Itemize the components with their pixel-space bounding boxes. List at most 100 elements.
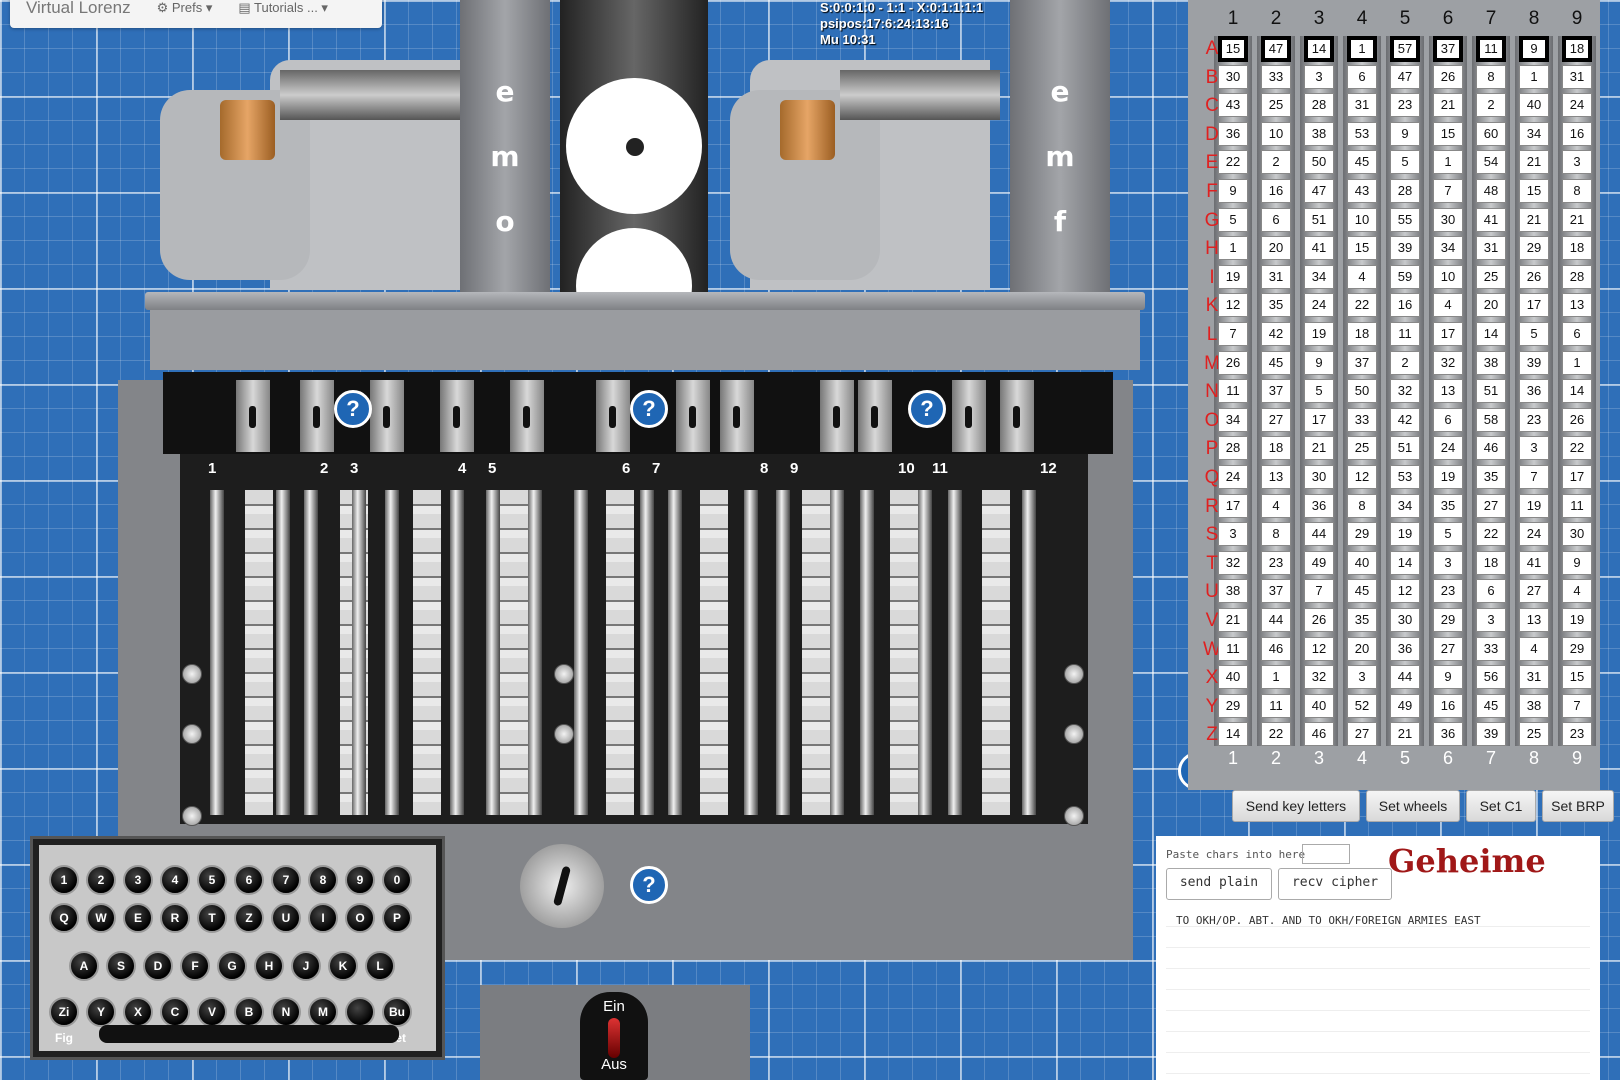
cam-wheel[interactable] xyxy=(744,490,758,815)
key-t[interactable]: T xyxy=(197,903,227,933)
wheel-cell[interactable]: 28 xyxy=(1304,93,1334,118)
wheel-cell[interactable]: 44 xyxy=(1304,522,1334,547)
wheel-cell[interactable]: 19 xyxy=(1390,522,1420,547)
cam-wheel[interactable] xyxy=(860,490,874,815)
wheel-cell[interactable]: 23 xyxy=(1562,722,1592,747)
switch-toggle[interactable] xyxy=(608,1018,620,1058)
cam-wheel[interactable] xyxy=(486,490,500,815)
wheel-cell[interactable]: 3 xyxy=(1562,150,1592,175)
wheel-cell[interactable]: 10 xyxy=(1261,121,1291,146)
set-brp-button[interactable]: Set BRP xyxy=(1542,790,1614,822)
wheel-cell[interactable]: 46 xyxy=(1261,636,1291,661)
wheel-cell[interactable]: 36 xyxy=(1519,379,1549,404)
cam-wheel[interactable] xyxy=(210,490,224,815)
wheel-cell[interactable]: 50 xyxy=(1304,150,1334,175)
wheel-cell[interactable]: 23 xyxy=(1261,550,1291,575)
cam-wheel[interactable] xyxy=(776,490,790,815)
help-button[interactable]: ? xyxy=(334,390,372,428)
wheel-cell[interactable]: 6 xyxy=(1476,579,1506,604)
wheel-cell[interactable]: 9 xyxy=(1519,36,1549,62)
wheel-cell[interactable]: 11 xyxy=(1218,379,1248,404)
wheel-cell[interactable]: 13 xyxy=(1261,465,1291,489)
wheel-cell[interactable]: 5 xyxy=(1304,379,1334,404)
cam-wheel[interactable] xyxy=(450,490,464,815)
wheel-cell[interactable]: 18 xyxy=(1476,550,1506,575)
wheel-cell[interactable]: 33 xyxy=(1347,407,1377,432)
wheel-cell[interactable]: 52 xyxy=(1347,693,1377,718)
cam-slot[interactable] xyxy=(596,380,630,452)
key-z[interactable]: Z xyxy=(234,903,264,933)
wheel-cell[interactable]: 21 xyxy=(1519,207,1549,232)
wheel-cell[interactable]: 31 xyxy=(1476,236,1506,261)
key-m[interactable]: M xyxy=(308,997,338,1027)
wheel-cell[interactable]: 29 xyxy=(1562,636,1592,661)
wheel-cell[interactable]: 9 xyxy=(1562,550,1592,575)
wheel-cell[interactable]: 28 xyxy=(1390,179,1420,203)
wheel-cell[interactable]: 2 xyxy=(1390,350,1420,375)
wheel-cell[interactable]: 51 xyxy=(1390,436,1420,461)
wheel-cell[interactable]: 30 xyxy=(1304,465,1334,489)
wheel-cell[interactable]: 53 xyxy=(1390,465,1420,489)
wheel-cell[interactable]: 41 xyxy=(1519,550,1549,575)
key-c[interactable]: C xyxy=(160,997,190,1027)
wheel-cell[interactable]: 14 xyxy=(1304,36,1334,62)
cam-wheel[interactable] xyxy=(352,490,366,815)
wheel-cell[interactable]: 55 xyxy=(1390,207,1420,232)
wheel-cell[interactable]: 11 xyxy=(1562,493,1592,518)
wheel-cell[interactable]: 11 xyxy=(1218,636,1248,661)
help-button[interactable]: ? xyxy=(630,866,668,904)
wheel-cell[interactable]: 27 xyxy=(1476,493,1506,518)
set-c1-button[interactable]: Set C1 xyxy=(1466,790,1536,822)
wheel-cell[interactable]: 21 xyxy=(1519,150,1549,175)
wheel-cell[interactable]: 20 xyxy=(1347,636,1377,661)
wheel-cell[interactable]: 20 xyxy=(1476,293,1506,318)
wheel-cell[interactable]: 7 xyxy=(1218,322,1248,346)
wheel-cell[interactable]: 59 xyxy=(1390,264,1420,289)
cam-slot[interactable] xyxy=(858,380,892,452)
wheel-cell[interactable]: 17 xyxy=(1218,493,1248,518)
wheel-cell[interactable]: 1 xyxy=(1433,150,1463,175)
wheel-cell[interactable]: 54 xyxy=(1476,150,1506,175)
cam-wheel[interactable] xyxy=(500,490,528,815)
cam-wheel[interactable] xyxy=(890,490,918,815)
key-6[interactable]: 6 xyxy=(234,865,264,895)
wheel-cell[interactable]: 27 xyxy=(1347,722,1377,747)
wheel-cell[interactable]: 29 xyxy=(1218,693,1248,718)
cam-slot[interactable] xyxy=(1000,380,1034,452)
wheel-cell[interactable]: 30 xyxy=(1433,207,1463,232)
wheel-cell[interactable]: 25 xyxy=(1347,436,1377,461)
wheel-cell[interactable]: 37 xyxy=(1347,350,1377,375)
output-text-area[interactable]: TO OKH/OP. ABT. AND TO OKH/FOREIGN ARMIE… xyxy=(1166,906,1590,1080)
wheel-cell[interactable]: 47 xyxy=(1390,64,1420,89)
wheel-cell[interactable]: 4 xyxy=(1433,293,1463,318)
wheel-cell[interactable]: 35 xyxy=(1347,608,1377,632)
wheel-cell[interactable]: 30 xyxy=(1218,64,1248,89)
wheel-cell[interactable]: 14 xyxy=(1218,722,1248,747)
cam-wheel[interactable] xyxy=(276,490,290,815)
cam-wheel[interactable] xyxy=(918,490,932,815)
key-s[interactable]: S xyxy=(106,951,136,981)
wheel-cell[interactable]: 50 xyxy=(1347,379,1377,404)
wheel-cell[interactable]: 35 xyxy=(1476,465,1506,489)
wheel-cell[interactable]: 31 xyxy=(1347,93,1377,118)
key-h[interactable]: H xyxy=(254,951,284,981)
wheel-cell[interactable]: 30 xyxy=(1390,608,1420,632)
wheel-cell[interactable]: 18 xyxy=(1562,236,1592,261)
wheel-cell[interactable]: 49 xyxy=(1390,693,1420,718)
wheel-cell[interactable]: 14 xyxy=(1390,550,1420,575)
help-button[interactable]: ? xyxy=(630,390,668,428)
wheel-cell[interactable]: 36 xyxy=(1304,493,1334,518)
wheel-cell[interactable]: 14 xyxy=(1562,379,1592,404)
wheel-cell[interactable]: 18 xyxy=(1347,322,1377,346)
wheel-cell[interactable]: 5 xyxy=(1218,207,1248,232)
key-zi-fig[interactable]: Zi Fig xyxy=(49,997,79,1045)
wheel-cell[interactable]: 35 xyxy=(1261,293,1291,318)
wheel-cell[interactable]: 15 xyxy=(1519,179,1549,203)
wheel-cell[interactable]: 16 xyxy=(1390,293,1420,318)
cam-slot[interactable] xyxy=(510,380,544,452)
wheel-cell[interactable]: 46 xyxy=(1476,436,1506,461)
wheel-cell[interactable]: 32 xyxy=(1304,665,1334,690)
wheel-cell[interactable]: 41 xyxy=(1476,207,1506,232)
wheel-cell[interactable]: 42 xyxy=(1261,322,1291,346)
wheel-cell[interactable]: 29 xyxy=(1519,236,1549,261)
